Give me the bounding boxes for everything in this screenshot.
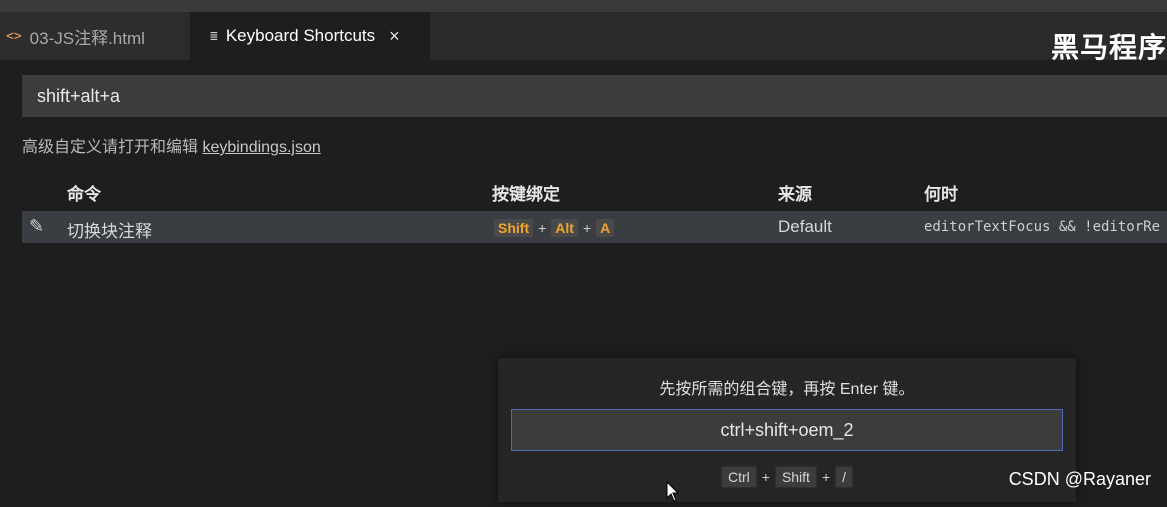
tab-label: 03-JS注释.html xyxy=(29,28,145,48)
advanced-hint: 高级自定义请打开和编辑 keybindings.json xyxy=(22,133,321,157)
row-source: Default xyxy=(778,217,832,236)
capture-message: 先按所需的组合键，再按 Enter 键。 xyxy=(659,381,915,398)
header-command: 命令 xyxy=(67,185,101,204)
code-file-icon: <> xyxy=(6,28,22,44)
hint-text: 高级自定义请打开和编辑 xyxy=(22,139,203,156)
row-command: 切换块注释 xyxy=(67,222,152,241)
mouse-cursor-icon xyxy=(666,480,680,507)
lines-icon: ≣ xyxy=(210,28,218,44)
header-source: 来源 xyxy=(778,185,812,204)
table-row[interactable]: ✎ 切换块注释 Shift + Alt + A Default editorTextFo… xyxy=(22,211,1167,243)
key-shift: Shift xyxy=(774,466,817,488)
tab-bar: <> 03-JS注释.html ≣ Keyboard Shortcuts × 黑… xyxy=(0,12,1167,63)
key-ctrl: Ctrl xyxy=(720,466,757,488)
key-shift: Shift xyxy=(494,219,534,237)
key-alt: Alt xyxy=(551,219,578,237)
capture-input[interactable]: ctrl+shift+oem_2 xyxy=(511,409,1063,451)
header-keybinding: 按键绑定 xyxy=(492,185,560,204)
key-a: A xyxy=(596,219,615,237)
keybindings-json-link[interactable]: keybindings.json xyxy=(202,139,320,156)
tab-keyboard-shortcuts[interactable]: ≣ Keyboard Shortcuts × xyxy=(190,12,430,60)
row-when: editorTextFocus && !editorRe xyxy=(924,219,1161,235)
search-value: shift+alt+a xyxy=(37,85,121,106)
tab-label: Keyboard Shortcuts xyxy=(225,26,376,45)
row-keybinding: Shift + Alt + A xyxy=(494,218,615,238)
keybinding-search-input[interactable]: shift+alt+a xyxy=(22,75,1167,117)
title-strip xyxy=(0,0,1167,12)
pencil-icon[interactable]: ✎ xyxy=(29,216,44,237)
table-header: 命令 按键绑定 来源 何时 xyxy=(22,178,1167,206)
keybinding-capture-widget: 先按所需的组合键，再按 Enter 键。 ctrl+shift+oem_2 Ct… xyxy=(498,358,1076,502)
capture-value: ctrl+shift+oem_2 xyxy=(720,419,854,440)
close-icon[interactable]: × xyxy=(389,26,400,47)
captured-keys: Ctrl + Shift + / xyxy=(498,466,1076,488)
tab-03-js-html[interactable]: <> 03-JS注释.html xyxy=(0,12,186,60)
csdn-watermark: CSDN @Rayaner xyxy=(1008,469,1151,489)
brand-watermark: 黑马程序 xyxy=(1050,32,1167,63)
key-slash: / xyxy=(835,466,854,488)
header-when: 何时 xyxy=(924,185,958,204)
